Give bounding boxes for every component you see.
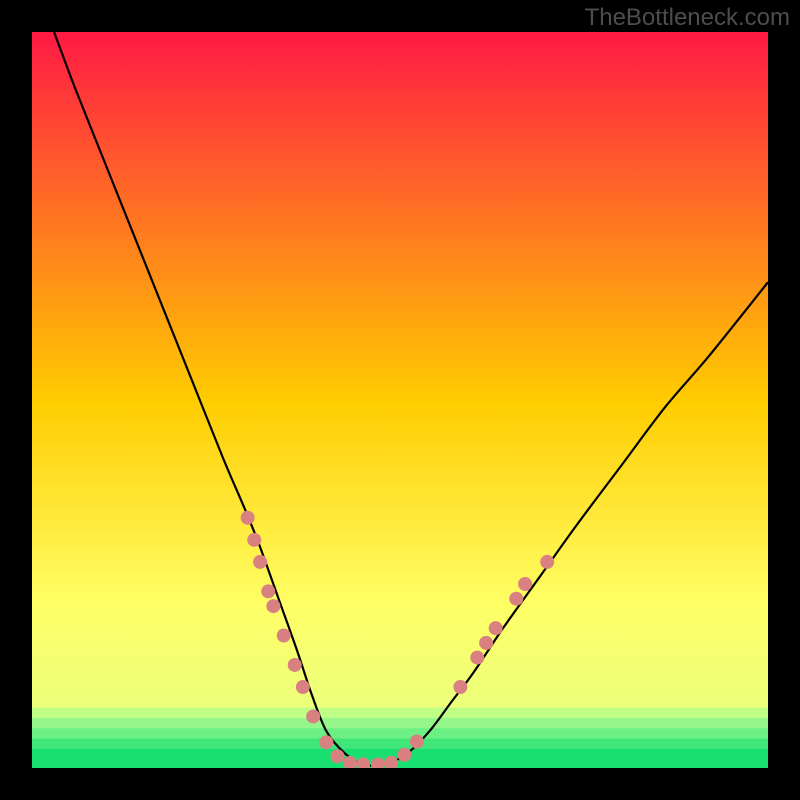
watermark-label: TheBottleneck.com — [585, 4, 790, 32]
marker-dot — [371, 757, 385, 771]
marker-dot — [356, 757, 370, 771]
chart-container: TheBottleneck.com — [0, 0, 800, 800]
marker-dot — [247, 533, 261, 547]
marker-dot — [518, 577, 532, 591]
marker-dot — [384, 756, 398, 770]
marker-dot — [479, 636, 493, 650]
marker-dot — [288, 658, 302, 672]
marker-dot — [241, 511, 255, 525]
marker-dot — [261, 584, 275, 598]
marker-dot — [330, 749, 344, 763]
marker-dot — [509, 592, 523, 606]
marker-dot — [266, 599, 280, 613]
marker-dot — [410, 735, 424, 749]
marker-dot — [253, 555, 267, 569]
bottleneck-chart — [0, 0, 800, 800]
marker-dot — [296, 680, 310, 694]
marker-dot — [319, 735, 333, 749]
marker-dot — [306, 709, 320, 723]
marker-dot — [397, 748, 411, 762]
marker-dot — [540, 555, 554, 569]
marker-dot — [277, 629, 291, 643]
marker-dot — [470, 651, 484, 665]
marker-dot — [489, 621, 503, 635]
marker-dot — [343, 756, 357, 770]
gradient-background — [32, 32, 768, 768]
marker-dot — [453, 680, 467, 694]
